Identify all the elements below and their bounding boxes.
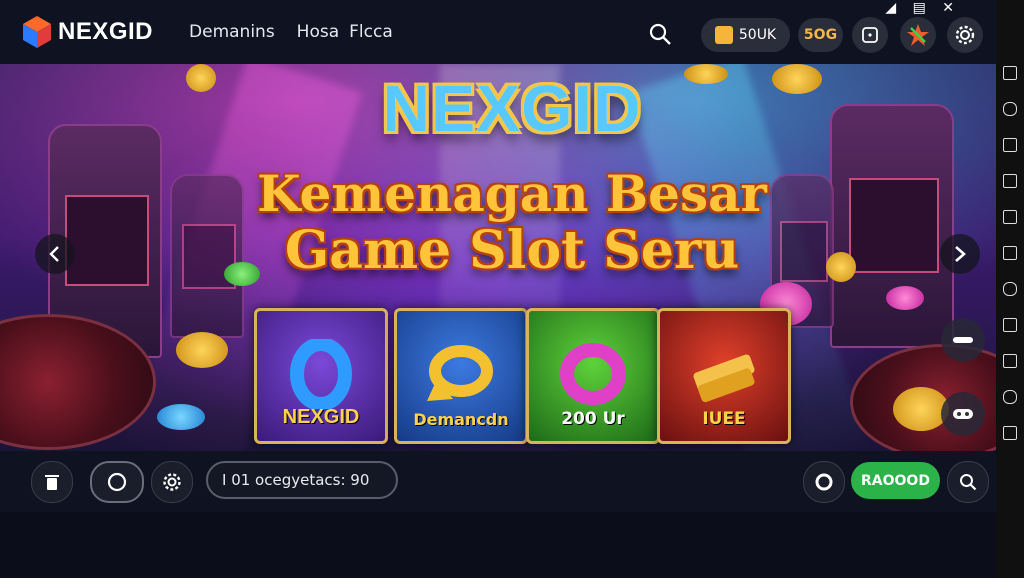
- trash-icon: [45, 475, 59, 490]
- star-badge-button[interactable]: [900, 17, 936, 53]
- bottom-settings-button[interactable]: [151, 461, 193, 503]
- chevron-left-icon: [49, 246, 59, 262]
- record-button[interactable]: [803, 461, 845, 503]
- wallet-icon: [714, 26, 733, 44]
- trash-button[interactable]: [31, 461, 73, 503]
- balance-pill[interactable]: 50UK: [701, 18, 790, 52]
- carousel-next-button[interactable]: [940, 234, 980, 274]
- coins-pill[interactable]: 5OG: [798, 18, 843, 52]
- brand-logo[interactable]: NEXGID: [22, 15, 153, 49]
- gold-horn-icon: [427, 345, 493, 401]
- card-label: NEXGID: [282, 406, 360, 428]
- circle-icon: [107, 472, 127, 492]
- square-icon: [862, 27, 878, 43]
- sidebar-icon-9[interactable]: [1003, 354, 1017, 368]
- square-button[interactable]: [852, 17, 888, 53]
- main-nav: Demanins Hosa Flcca: [189, 22, 393, 42]
- card-label: IUEE: [702, 409, 746, 429]
- home-button[interactable]: [90, 461, 144, 503]
- nav-item-flcca[interactable]: Flcca: [349, 22, 393, 42]
- carousel-prev-button[interactable]: [35, 234, 75, 274]
- top-bar: NEXGID Demanins Hosa Flcca 50UK 5OG ◢ ▤ …: [0, 0, 996, 64]
- brand-name: NEXGID: [58, 18, 154, 45]
- bottom-bar: I 01 ocegyetacs: 90 RAOOOD: [0, 451, 996, 512]
- primary-action-button[interactable]: RAOOOD: [851, 462, 940, 499]
- side-action-button-1[interactable]: [941, 318, 985, 362]
- banner-subtitle-line2: Game Slot Seru: [284, 220, 740, 281]
- game-card-200ur[interactable]: 200 Ur: [526, 308, 660, 444]
- sidebar-icon-10[interactable]: [1003, 390, 1017, 404]
- sidebar-icon-11[interactable]: [1003, 426, 1017, 440]
- card-label: 200 Ur: [561, 409, 625, 429]
- gold-coin: [176, 332, 228, 368]
- card-label: Demancdn: [413, 410, 509, 429]
- game-card-nexgid[interactable]: NEXGID: [254, 308, 388, 444]
- record-icon: [815, 473, 833, 491]
- search-icon[interactable]: [648, 22, 672, 46]
- sidebar-icon-7[interactable]: [1003, 282, 1017, 296]
- nav-item-demanins[interactable]: Demanins: [189, 22, 275, 42]
- coins-label: 5OG: [803, 27, 838, 43]
- status-input[interactable]: I 01 ocegyetacs: 90: [206, 461, 398, 499]
- nav-item-hosa[interactable]: Hosa: [297, 22, 339, 42]
- search-icon: [960, 474, 977, 491]
- sidebar-icon-8[interactable]: [1003, 318, 1017, 332]
- gamepad-icon: [953, 409, 973, 419]
- gold-bars-icon: [693, 354, 755, 403]
- game-card-demancdn[interactable]: Demancdn: [394, 308, 528, 444]
- controller-icon: [953, 337, 973, 343]
- banner-title: NEXGID: [382, 71, 642, 145]
- pink-ring-icon: [560, 343, 626, 405]
- blue-ring-icon: [290, 339, 352, 409]
- star-badge-icon: [907, 24, 929, 46]
- chevron-right-icon: [955, 246, 966, 262]
- bottom-search-button[interactable]: [947, 461, 989, 503]
- balance-label: 50UK: [738, 27, 777, 43]
- game-card-iuee[interactable]: IUEE: [657, 308, 791, 444]
- logo-cube-icon: [22, 15, 52, 49]
- blue-chip: [157, 404, 205, 430]
- settings-button[interactable]: [947, 17, 983, 53]
- side-action-button-2[interactable]: [941, 392, 985, 436]
- banner-subtitle-line1: Kemenagan Besar: [257, 164, 767, 223]
- pink-chip: [886, 286, 924, 310]
- gear-icon: [163, 473, 181, 491]
- system-icons: ◢ ▤ ✕: [885, 0, 960, 16]
- gear-icon: [955, 25, 975, 45]
